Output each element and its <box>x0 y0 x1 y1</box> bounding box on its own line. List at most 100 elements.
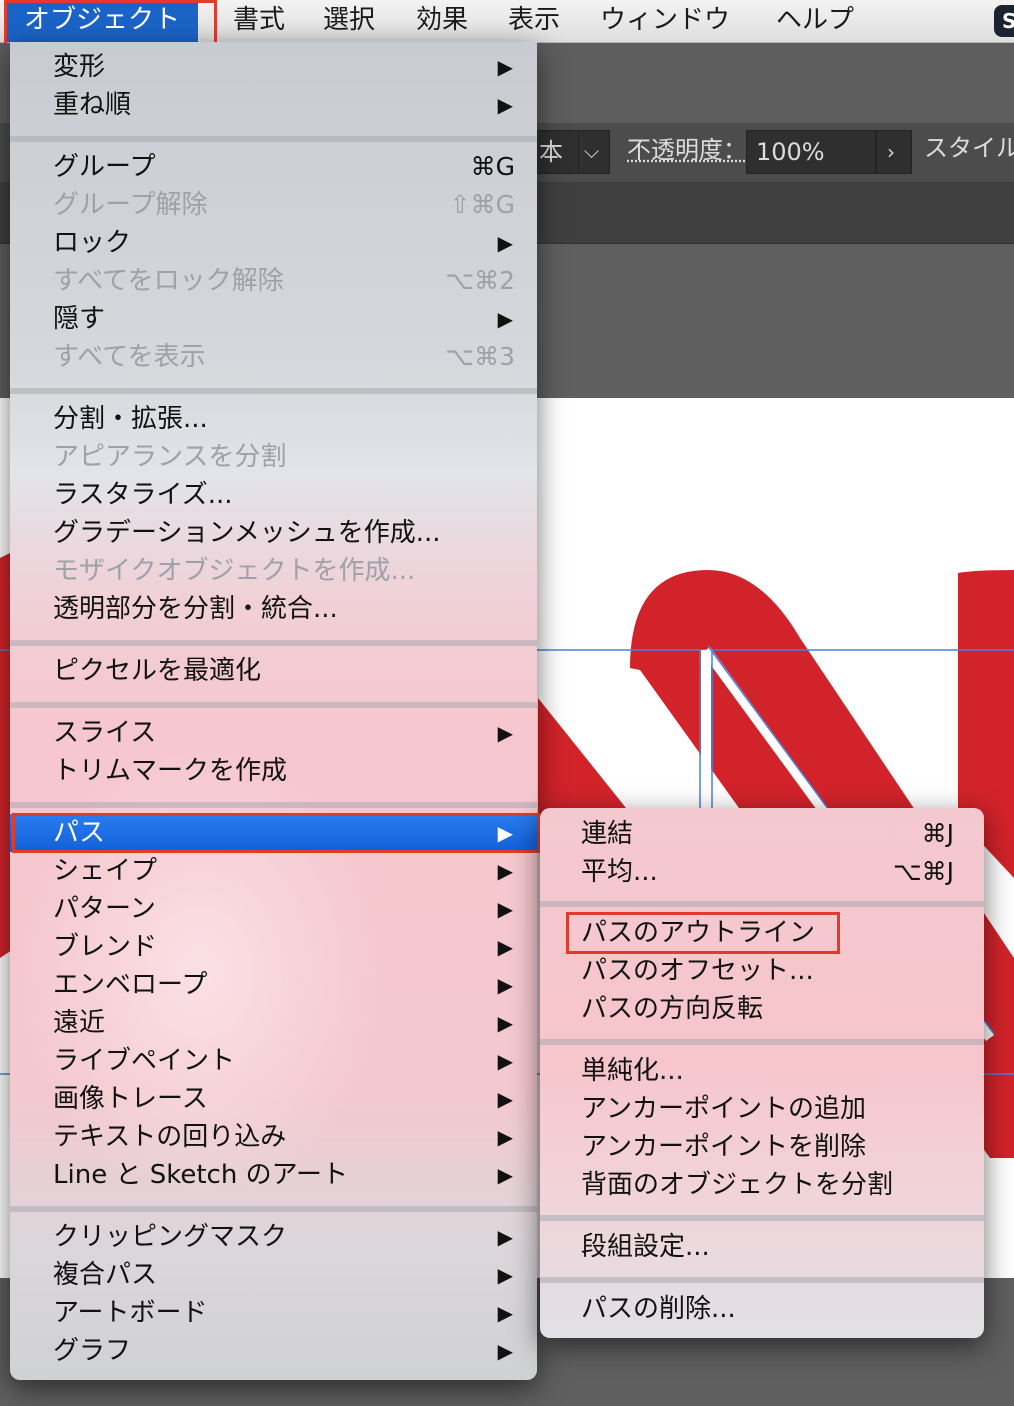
menu-item-unlock-all: すべてをロック解除 ⌥⌘2 <box>10 262 537 300</box>
menu-item-mosaic: モザイクオブジェクトを作成... <box>10 552 537 590</box>
menu-item-label: エンベロープ <box>53 970 208 1000</box>
opacity-label[interactable]: 不透明度： <box>627 134 747 166</box>
menu-item-line-sketch[interactable]: Line と Sketch のアート ▶ <box>10 1156 537 1194</box>
shortcut: ⌘G <box>470 152 515 181</box>
menu-item-simplify[interactable]: 単純化... <box>540 1052 984 1090</box>
menu-item-label: 変形 <box>53 52 106 82</box>
submenu-arrow-icon: ▶ <box>497 1087 513 1111</box>
app-status-icon[interactable]: S <box>994 5 1014 37</box>
menu-item-trim-marks[interactable]: トリムマークを作成 <box>10 752 537 790</box>
submenu-arrow-icon: ▶ <box>497 1339 513 1363</box>
submenu-arrow-icon: ▶ <box>497 231 513 255</box>
menu-item-label: アートボード <box>53 1298 208 1328</box>
menu-item-label: Line と Sketch のアート <box>53 1160 349 1190</box>
menu-item-label: トリムマークを作成 <box>53 756 288 786</box>
menu-item-label: グループ <box>53 152 156 182</box>
menu-item-group[interactable]: グループ ⌘G <box>10 148 537 186</box>
menu-item-label: 画像トレース <box>53 1084 208 1114</box>
shortcut: ⌥⌘3 <box>445 342 515 371</box>
menu-item-expand[interactable]: 分割・拡張... <box>10 400 537 438</box>
menu-item-compound-path[interactable]: 複合パス ▶ <box>10 1256 537 1294</box>
menu-item-show-all: すべてを表示 ⌥⌘3 <box>10 338 537 376</box>
menu-item-graph[interactable]: グラフ ▶ <box>10 1332 537 1370</box>
menu-item-arrange[interactable]: 重ね順 ▶ <box>10 86 537 124</box>
menu-item-offset-path[interactable]: パスのオフセット... <box>540 952 984 990</box>
submenu-arrow-icon: ▶ <box>497 859 513 883</box>
menu-item-label: パターン <box>53 894 156 924</box>
menu-item-label: パスのアウトライン <box>581 918 816 948</box>
menu-select[interactable]: 選択 <box>323 0 375 42</box>
submenu-arrow-icon: ▶ <box>497 721 513 745</box>
menu-item-slice[interactable]: スライス ▶ <box>10 714 537 752</box>
opacity-input[interactable]: 100% <box>746 130 876 174</box>
menu-item-artboard[interactable]: アートボード ▶ <box>10 1294 537 1332</box>
menu-item-label: ピクセルを最適化 <box>53 656 262 686</box>
menu-item-divide-objects-below[interactable]: 背面のオブジェクトを分割 <box>540 1166 984 1204</box>
menu-item-label: モザイクオブジェクトを作成... <box>53 556 416 586</box>
menu-object[interactable]: オブジェクト <box>6 0 199 42</box>
menu-separator <box>10 1206 537 1212</box>
menu-item-label: アピアランスを分割 <box>53 442 287 472</box>
menu-item-flatten-transparency[interactable]: 透明部分を分割・統合... <box>10 590 537 628</box>
menu-item-live-paint[interactable]: ライブペイント ▶ <box>10 1042 537 1080</box>
menu-item-label: 分割・拡張... <box>53 404 208 434</box>
menu-item-gradient-mesh[interactable]: グラデーションメッシュを作成... <box>10 514 537 552</box>
menu-item-label: 背面のオブジェクトを分割 <box>581 1170 894 1200</box>
menu-item-label: 単純化... <box>581 1056 684 1086</box>
menu-effect[interactable]: 効果 <box>416 0 468 42</box>
menu-item-envelope[interactable]: エンベロープ ▶ <box>10 966 537 1004</box>
submenu-arrow-icon: ▶ <box>497 307 513 331</box>
menu-item-label: パスの削除... <box>581 1294 736 1324</box>
submenu-arrow-icon: ▶ <box>497 1049 513 1073</box>
chevron-right-icon: › <box>887 140 895 164</box>
menu-item-join[interactable]: 連結 ⌘J <box>540 815 984 853</box>
style-dropdown-button[interactable]: ⌵ <box>578 130 610 174</box>
menu-item-split-into-grid[interactable]: 段組設定... <box>540 1228 984 1266</box>
submenu-arrow-icon: ▶ <box>497 93 513 117</box>
menu-item-perspective[interactable]: 遠近 ▶ <box>10 1004 537 1042</box>
menu-item-transform[interactable]: 変形 ▶ <box>10 48 537 86</box>
menu-item-add-anchor-points[interactable]: アンカーポイントの追加 <box>540 1090 984 1128</box>
menu-item-label: アンカーポイントの追加 <box>581 1094 866 1124</box>
menu-separator <box>10 802 537 808</box>
opacity-popup-button[interactable]: › <box>876 130 912 174</box>
menu-item-label: スライス <box>53 718 157 748</box>
menu-item-image-trace[interactable]: 画像トレース ▶ <box>10 1080 537 1118</box>
style-dropdown-value: 本 <box>539 138 563 166</box>
menu-item-pattern[interactable]: パターン ▶ <box>10 890 537 928</box>
menu-item-lock[interactable]: ロック ▶ <box>10 224 537 262</box>
style-label[interactable]: スタイル <box>924 132 1014 164</box>
submenu-arrow-icon: ▶ <box>497 55 513 79</box>
menu-item-outline-stroke[interactable]: パスのアウトライン <box>540 914 984 952</box>
menu-window[interactable]: ウィンドウ <box>600 0 730 42</box>
menu-item-average[interactable]: 平均... ⌥⌘J <box>540 853 984 891</box>
menu-item-label: 平均... <box>581 857 658 887</box>
submenu-arrow-icon: ▶ <box>497 1301 513 1325</box>
menu-item-label: グラフ <box>53 1336 132 1366</box>
menu-type[interactable]: 書式 <box>233 0 285 42</box>
menu-item-shape[interactable]: シェイプ ▶ <box>10 852 537 890</box>
menu-item-text-wrap[interactable]: テキストの回り込み ▶ <box>10 1118 537 1156</box>
submenu-arrow-icon: ▶ <box>497 935 513 959</box>
menu-item-rasterize[interactable]: ラスタライズ... <box>10 476 537 514</box>
menu-item-clipping-mask[interactable]: クリッピングマスク ▶ <box>10 1218 537 1256</box>
menu-item-label: グループ解除 <box>53 190 208 220</box>
menu-item-label: 隠す <box>53 304 106 334</box>
menu-item-blend[interactable]: ブレンド ▶ <box>10 928 537 966</box>
menu-view[interactable]: 表示 <box>508 0 560 42</box>
menu-help[interactable]: ヘルプ <box>776 0 854 42</box>
shortcut: ⌥⌘J <box>892 857 954 886</box>
menu-item-label: パスの方向反転 <box>581 994 764 1024</box>
menu-item-path[interactable]: パス ▶ <box>10 814 537 852</box>
shortcut: ⌥⌘2 <box>445 266 515 295</box>
menu-separator <box>540 1039 984 1045</box>
menu-item-remove-anchor-points[interactable]: アンカーポイントを削除 <box>540 1128 984 1166</box>
menu-item-label: パスのオフセット... <box>581 956 814 986</box>
menu-item-reverse-direction[interactable]: パスの方向反転 <box>540 990 984 1028</box>
menu-separator <box>10 702 537 708</box>
menu-item-hide[interactable]: 隠す ▶ <box>10 300 537 338</box>
menu-item-clean-up[interactable]: パスの削除... <box>540 1290 984 1328</box>
opacity-value: 100% <box>756 138 825 166</box>
menu-item-pixel-optimize[interactable]: ピクセルを最適化 <box>10 652 537 690</box>
menu-bar: オブジェクト 書式 選択 効果 表示 ウィンドウ ヘルプ S <box>0 0 1014 43</box>
